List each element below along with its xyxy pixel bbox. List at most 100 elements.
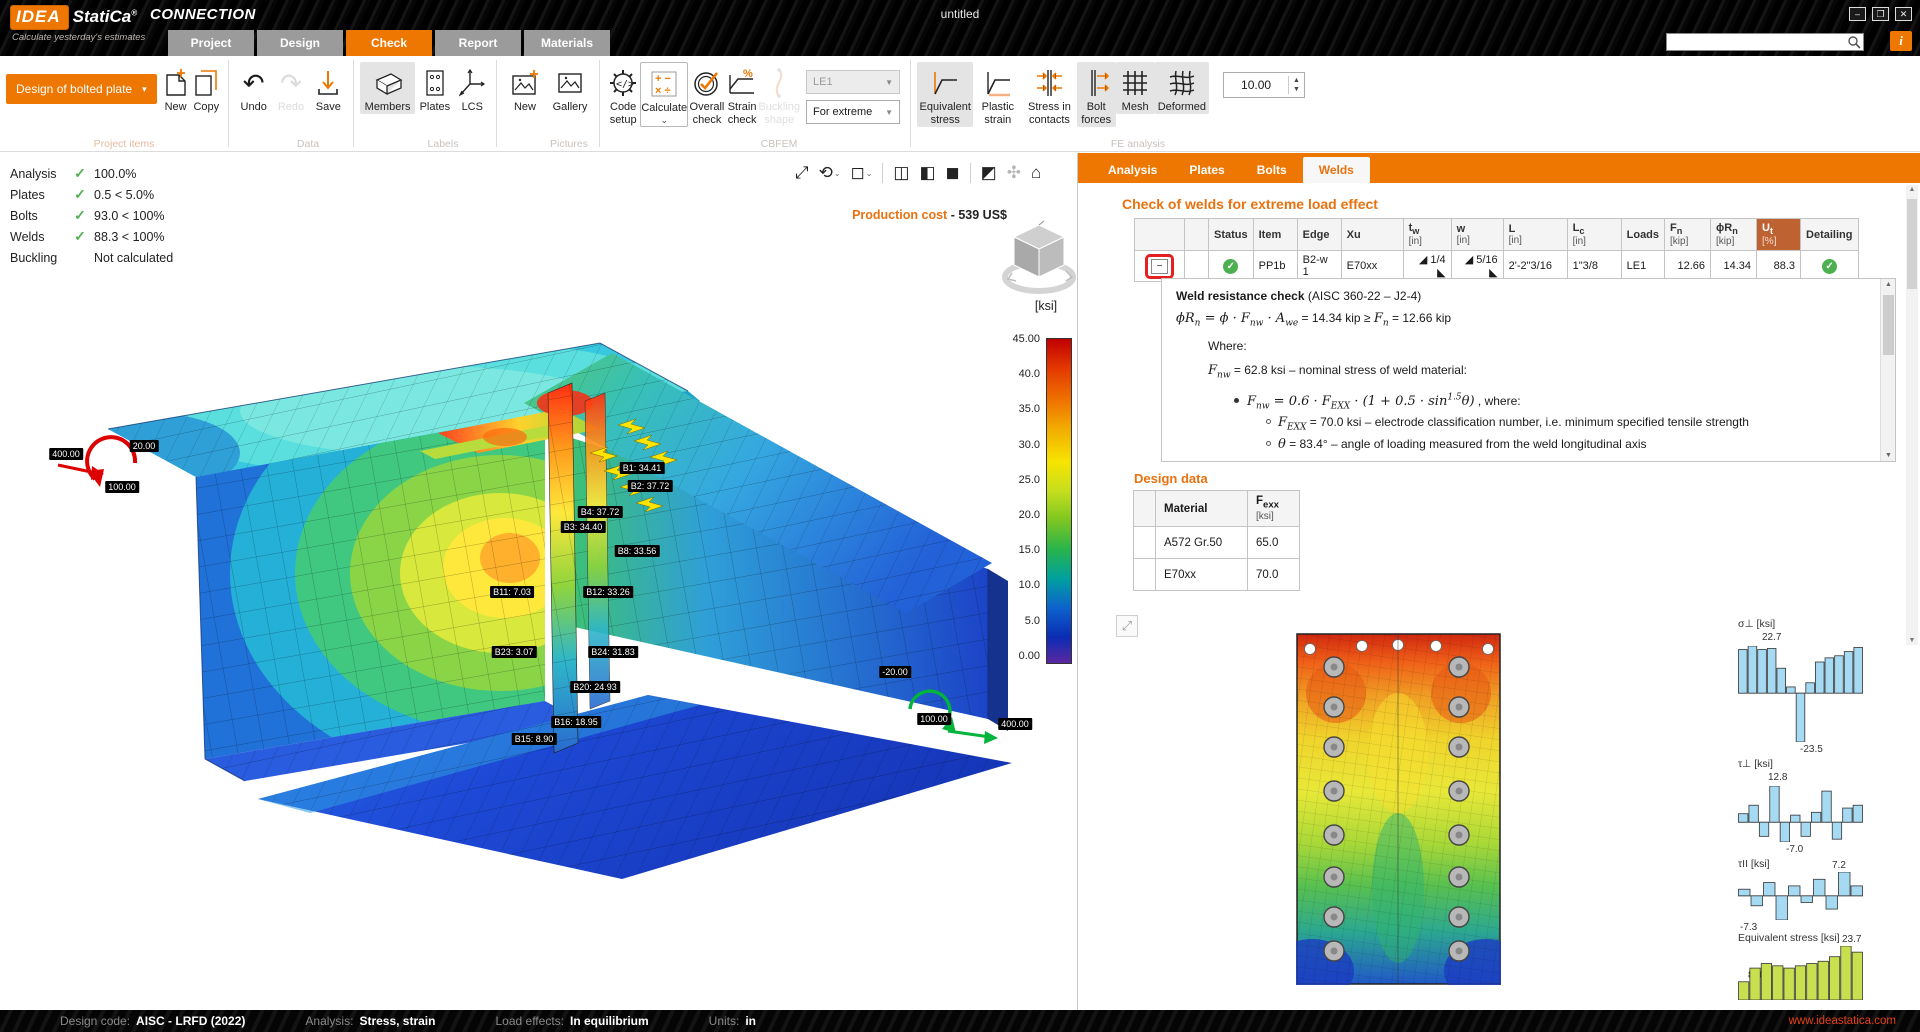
check-section-title: Check of welds for extreme load effect — [1122, 196, 1378, 212]
document-title: untitled — [0, 7, 1920, 21]
tab-project[interactable]: Project — [168, 30, 254, 56]
expander-highlight: − — [1145, 254, 1174, 279]
sub-bullet-icon — [1266, 419, 1271, 424]
info-button[interactable]: i — [1890, 31, 1912, 51]
undo-button[interactable]: ↶ Undo — [235, 62, 272, 114]
deformed-scale-spinner[interactable]: 10.00 ▲ ▼ — [1223, 72, 1305, 98]
member-box-icon — [371, 65, 405, 101]
mesh-value-label: B11: 7.03 — [490, 586, 534, 598]
chevron-down-icon: ⌄ — [660, 115, 668, 126]
mini-chart-equivalent-stress — [1738, 946, 1863, 1000]
code-setup-gear-icon: </> — [607, 65, 639, 101]
redo-button[interactable]: ↷ Redo — [272, 62, 309, 114]
result-tab-analysis[interactable]: Analysis — [1092, 157, 1173, 183]
save-button[interactable]: Save — [310, 62, 347, 114]
extreme-filter-dropdown[interactable]: For extreme ▼ — [806, 100, 900, 124]
formula-scrollbar[interactable]: ▲ ▼ — [1880, 279, 1895, 461]
mesh-button[interactable]: Mesh — [1116, 62, 1155, 114]
calculate-button[interactable]: + −× ÷ Calculate ⌄ — [640, 62, 688, 127]
scroll-up-icon[interactable]: ▲ — [1881, 281, 1896, 288]
ribbon-group-data: ↶ Undo ↷ Redo Save — [229, 56, 353, 151]
result-tab-plates[interactable]: Plates — [1173, 157, 1240, 183]
viewport-3d[interactable]: ⤢⟲⌄◻⌄◫◧◼◩✣⌂ Production cost - 539 US$ [k… — [0, 153, 1077, 1010]
deformed-button[interactable]: Deformed — [1155, 62, 1210, 114]
check-results-panel: Analysis Plates Bolts Welds ▲ ▼ Check of… — [1077, 153, 1920, 1010]
tab-report[interactable]: Report — [435, 30, 521, 56]
mesh-value-label: 100.00 — [917, 713, 951, 725]
plastic-strain-icon — [983, 65, 1013, 101]
overall-check-button[interactable]: Overall check — [688, 62, 726, 127]
ribbon-group-project-items: Design of bolted plate ▾ New Copy — [0, 56, 228, 151]
new-picture-button[interactable]: New — [503, 62, 547, 114]
chart-max-label: 23.7 — [1842, 934, 1861, 945]
mesh-value-label: -20.00 — [879, 666, 911, 678]
stress-in-contacts-button[interactable]: Stress in contacts — [1022, 62, 1077, 127]
mini-chart-title: τII [ksi] — [1738, 858, 1770, 870]
design-data-row: A572 Gr.50 65.0 — [1134, 527, 1300, 559]
buckling-shape-button[interactable]: Buckling shape — [758, 62, 800, 127]
fem-model-3d[interactable] — [0, 153, 1077, 1010]
mesh-value-label: B8: 33.56 — [615, 545, 660, 557]
result-tab-bolts[interactable]: Bolts — [1241, 157, 1303, 183]
ribbon: Design of bolted plate ▾ New Copy ↶ Undo — [0, 56, 1920, 152]
group-label-project-items: Project items — [10, 138, 238, 150]
mesh-value-label: 400.00 — [49, 448, 83, 460]
fnw-definition: Fnw = 62.8 ksi – nominal stress of weld … — [1208, 363, 1895, 381]
tab-materials[interactable]: Materials — [524, 30, 610, 56]
table-header-row: Status Item Edge Xu tw[in] w[in] L[in] L… — [1135, 219, 1859, 251]
equivalent-stress-button[interactable]: Equivalent stress — [917, 62, 973, 127]
group-label-pictures: Pictures — [518, 138, 620, 150]
where-label: Where: — [1208, 339, 1895, 353]
scroll-down-icon[interactable]: ▼ — [1906, 637, 1918, 644]
mini-chart-tau-perp — [1738, 786, 1863, 842]
website-link[interactable]: www.ideastatica.com — [1789, 1015, 1896, 1027]
bolt-forces-button[interactable]: Bolt forces — [1077, 62, 1116, 127]
mesh-icon — [1120, 65, 1150, 101]
strain-check-button[interactable]: % Strain check — [726, 62, 759, 127]
spinner-up-icon[interactable]: ▲ — [1289, 76, 1304, 85]
design-code-status: Design code:AISC - LRFD (2022) — [60, 1014, 245, 1028]
load-effects-status: Load effects:In equilibrium — [495, 1014, 648, 1028]
mesh-value-label: B4: 37.72 — [578, 506, 623, 518]
copy-project-item-button[interactable]: Copy — [191, 62, 222, 114]
undo-icon: ↶ — [243, 65, 265, 101]
lcs-labels-button[interactable]: LCS — [455, 62, 490, 114]
gallery-button[interactable]: Gallery — [547, 62, 593, 114]
tab-check[interactable]: Check — [346, 30, 432, 56]
result-tab-welds[interactable]: Welds — [1303, 157, 1370, 183]
collapse-row-button[interactable]: − — [1151, 259, 1168, 274]
tagline: Calculate yesterday's estimates — [12, 32, 145, 43]
plastic-strain-button[interactable]: Plastic strain — [973, 62, 1022, 127]
fnw-formula: Fnw = 0.6 · FEXX · (1 + 0.5 · sin1.5θ) ,… — [1234, 392, 1895, 411]
chart-min-label: -23.5 — [1800, 744, 1823, 755]
chevron-down-icon: ▾ — [142, 84, 147, 95]
svg-text:</>: </> — [616, 79, 634, 90]
mesh-value-label: 400.00 — [998, 718, 1032, 730]
code-setup-button[interactable]: </> Code ⌄ setup — [606, 62, 640, 127]
maximize-button[interactable]: ❐ — [1872, 7, 1889, 21]
tab-design[interactable]: Design — [257, 30, 343, 56]
spinner-down-icon[interactable]: ▼ — [1289, 85, 1304, 94]
panel-scrollbar[interactable]: ▲ ▼ — [1906, 185, 1918, 645]
design-data-row: E70xx 70.0 — [1134, 559, 1300, 591]
new-project-item-button[interactable]: New — [161, 62, 191, 114]
close-button[interactable]: ✕ — [1895, 7, 1912, 21]
design-template-dropdown[interactable]: Design of bolted plate ▾ — [6, 74, 157, 104]
weld-resistance-detail: Weld resistance check (AISC 360-22 – J2-… — [1161, 278, 1896, 462]
search-icon — [1847, 35, 1861, 49]
plates-labels-button[interactable]: Plates — [415, 62, 454, 114]
load-effect-dropdown[interactable]: LE1 ▼ — [806, 70, 900, 94]
chevron-down-icon: ▼ — [885, 78, 893, 87]
svg-text:+ −: + − — [655, 73, 671, 85]
scroll-up-icon[interactable]: ▲ — [1906, 186, 1918, 193]
save-icon — [314, 65, 342, 101]
search-box[interactable] — [1666, 33, 1864, 51]
ribbon-group-cbfem: </> Code ⌄ setup + −× ÷ Calculate ⌄ Over… — [600, 56, 910, 151]
group-label-fe-analysis: FE analysis — [938, 138, 1338, 150]
members-labels-button[interactable]: Members — [360, 62, 415, 114]
minimize-button[interactable]: – — [1849, 7, 1866, 21]
idea-statica-connection-window: IDEA StatiCa® Calculate yesterday's esti… — [0, 0, 1920, 1032]
expand-preview-icon[interactable]: ⤢ — [1116, 615, 1138, 637]
scroll-down-icon[interactable]: ▼ — [1881, 452, 1896, 459]
search-input[interactable] — [1667, 36, 1847, 48]
